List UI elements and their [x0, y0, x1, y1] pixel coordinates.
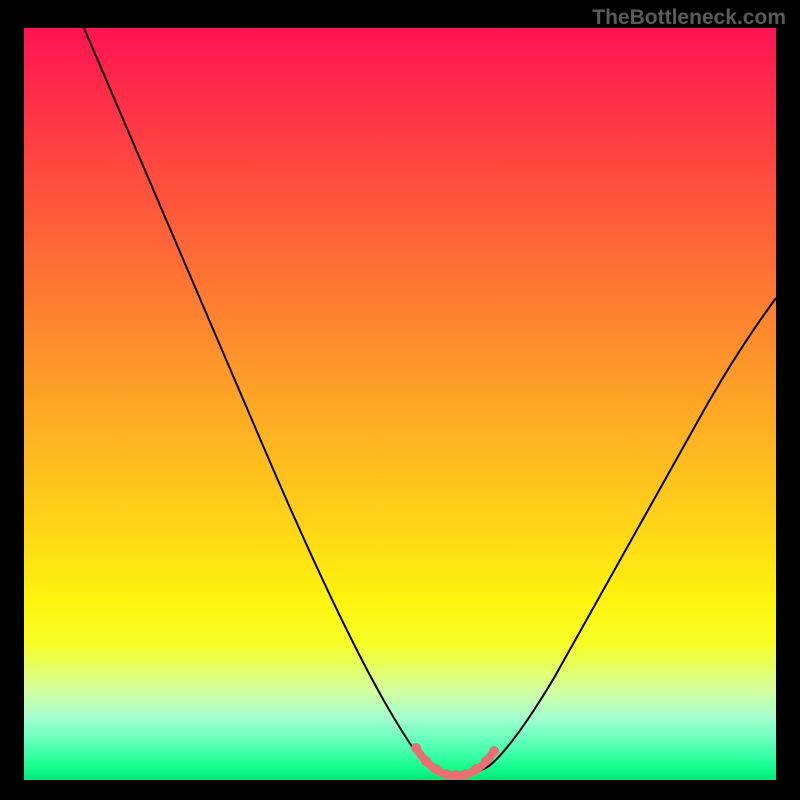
plot-area — [24, 28, 776, 780]
curve-layer — [24, 28, 776, 780]
bottleneck-curve — [84, 28, 776, 775]
watermark-text: TheBottleneck.com — [592, 6, 786, 30]
optimal-segment — [411, 743, 499, 780]
